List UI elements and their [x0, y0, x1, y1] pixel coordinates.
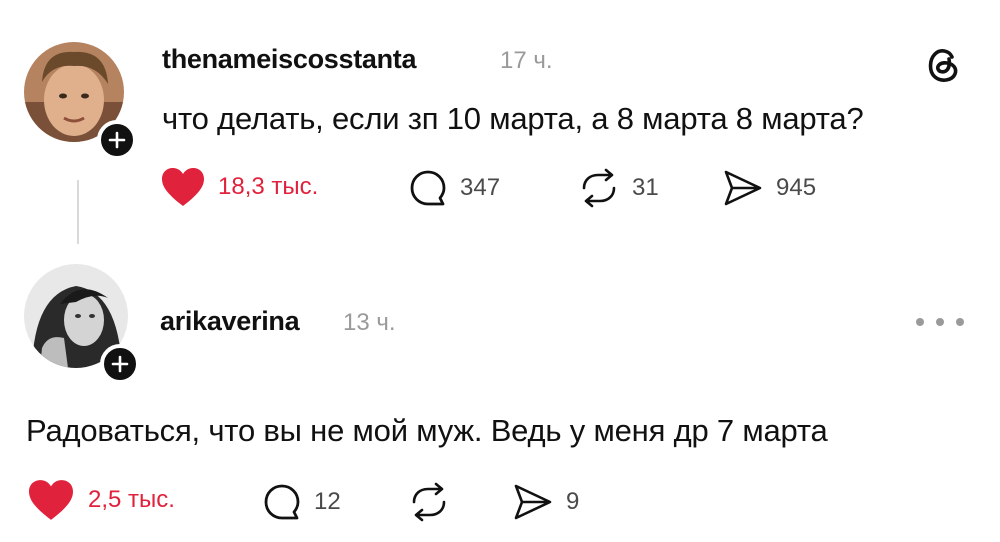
share-count: 945 — [776, 174, 817, 201]
plus-icon — [108, 131, 126, 149]
post-username[interactable]: thenameiscosstanta — [162, 44, 417, 75]
repost-button[interactable]: 31 — [578, 168, 659, 208]
comment-icon — [264, 484, 300, 520]
reply-count: 12 — [314, 488, 341, 515]
repost-icon — [582, 168, 616, 208]
like-button[interactable]: 18,3 тыс. — [160, 166, 318, 208]
more-icon — [916, 318, 924, 326]
follow-plus-button[interactable] — [97, 120, 137, 160]
heart-icon — [162, 168, 204, 206]
share-button[interactable]: 9 — [512, 482, 579, 522]
like-button[interactable]: 2,5 тыс. — [26, 478, 175, 522]
thread-connector-line — [77, 180, 79, 244]
share-icon — [724, 170, 762, 206]
like-count: 18,3 тыс. — [218, 173, 319, 200]
post-timestamp: 17 ч. — [500, 47, 553, 74]
repost-icon — [412, 482, 446, 522]
reply-button[interactable]: 12 — [262, 482, 341, 522]
post-text: Радоваться, что вы не мой муж. Ведь у ме… — [26, 413, 828, 448]
follow-plus-button[interactable] — [100, 344, 140, 384]
share-icon — [514, 484, 552, 520]
more-options-button[interactable] — [916, 312, 964, 332]
repost-button[interactable] — [408, 482, 450, 522]
like-count: 2,5 тыс. — [88, 486, 175, 513]
threads-logo-icon[interactable] — [922, 44, 964, 86]
comment-icon — [410, 170, 446, 206]
heart-icon — [29, 480, 73, 520]
repost-count: 31 — [632, 174, 659, 201]
reply-button[interactable]: 347 — [408, 168, 500, 208]
share-count: 9 — [566, 488, 580, 515]
post-timestamp: 13 ч. — [343, 309, 396, 336]
reply-count: 347 — [460, 174, 501, 201]
post-text: что делать, если зп 10 марта, а 8 марта … — [162, 101, 864, 136]
post-username[interactable]: arikaverina — [160, 306, 300, 337]
plus-icon — [111, 355, 129, 373]
share-button[interactable]: 945 — [722, 168, 816, 208]
